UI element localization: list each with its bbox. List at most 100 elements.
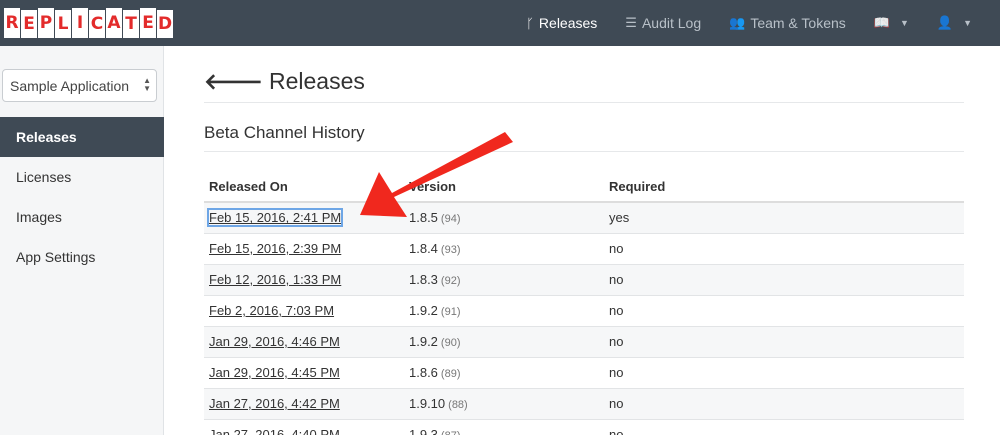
released-on-cell: Jan 27, 2016, 4:42 PM xyxy=(204,387,404,419)
sequence-label: (93) xyxy=(440,244,461,256)
logo-letter: A xyxy=(106,8,122,38)
section-title: Beta Channel History xyxy=(204,123,365,142)
top-navbar: REPLICATED ᚴ Releases ☰ Audit Log 👥 Team & To… xyxy=(0,0,1000,46)
sequence-label: (90) xyxy=(440,337,461,349)
releases-table: Released On Version Required Feb 15, 201… xyxy=(204,172,964,435)
nav-item-label: Audit Log xyxy=(641,15,702,31)
release-date-link[interactable]: Feb 15, 2016, 2:41 PM xyxy=(206,208,344,228)
required-cell: no xyxy=(604,294,964,326)
caret-down-icon: ▼ xyxy=(963,18,972,28)
required-cell: no xyxy=(604,232,964,264)
page-title: 🡐 Releases xyxy=(204,68,365,95)
sequence-label: (89) xyxy=(440,368,461,380)
released-on-cell: Jan 29, 2016, 4:46 PM xyxy=(204,325,404,357)
version-cell: 1.9.10 (88) xyxy=(404,387,604,419)
table-row: Jan 27, 2016, 4:42 PM 1.9.10 (88) no xyxy=(204,387,964,419)
column-header-version: Version xyxy=(404,172,604,203)
release-date-link[interactable]: Feb 15, 2016, 2:39 PM xyxy=(209,241,341,256)
release-date-link[interactable]: Feb 2, 2016, 7:03 PM xyxy=(209,303,334,318)
sidebar-item-licenses[interactable]: Licenses xyxy=(0,157,164,197)
table-row: Feb 2, 2016, 7:03 PM 1.9.2 (91) no xyxy=(204,294,964,326)
logo-letter: C xyxy=(89,10,105,38)
table-row: Jan 27, 2016, 4:40 PM1.9.3(87)no xyxy=(204,418,964,435)
required-cell: no xyxy=(604,387,964,419)
nav-item-team-tokens[interactable]: 👥 Team & Tokens xyxy=(729,15,846,31)
version-label: 1.8.5 xyxy=(409,210,438,226)
release-date-link[interactable]: Jan 27, 2016, 4:42 PM xyxy=(209,396,340,411)
app-select-value: Sample Application xyxy=(10,77,130,94)
nav-item-user[interactable]: 👤 ▼ xyxy=(937,15,972,31)
released-on-cell: Feb 2, 2016, 7:03 PM xyxy=(204,294,404,326)
released-on-cell: Jan 27, 2016, 4:40 PM xyxy=(204,418,404,435)
sequence-label: (88) xyxy=(448,399,468,411)
replicated-logo[interactable]: REPLICATED xyxy=(4,8,174,38)
sequence-label: (92) xyxy=(440,275,461,287)
nav-item-label: Team & Tokens xyxy=(750,15,846,31)
required-cell: no xyxy=(604,325,964,357)
table-row: Jan 29, 2016, 4:46 PM 1.9.2 (90) no xyxy=(204,325,964,357)
logo-letter: P xyxy=(38,8,54,38)
table-row: Feb 12, 2016, 1:33 PM 1.8.3 (92) no xyxy=(204,263,964,295)
select-arrows-icon: ▲ ▼ xyxy=(143,76,151,93)
nav-item-book[interactable]: 📖 ▼ xyxy=(874,15,909,31)
version-cell: 1.9.2 (91) xyxy=(404,294,604,326)
required-cell: no xyxy=(604,418,964,435)
app-select[interactable]: Sample Application ▲ ▼ xyxy=(2,69,157,102)
required-cell: yes xyxy=(604,201,964,233)
table-header-row: Released On Version Required xyxy=(204,172,964,203)
page-title-text: Releases xyxy=(269,68,365,94)
version-cell: 1.8.4 (93) xyxy=(404,232,604,264)
release-date-link[interactable]: Jan 27, 2016, 4:40 PM xyxy=(209,427,340,435)
sidebar-item-app-settings[interactable]: App Settings xyxy=(0,237,164,277)
version-label: 1.9.2 xyxy=(409,334,438,349)
released-on-cell: Feb 15, 2016, 2:39 PM xyxy=(204,232,404,264)
side-menu: Releases Licenses Images App Settings xyxy=(0,117,164,277)
logo-letter: R xyxy=(4,8,20,38)
released-on-cell: Jan 29, 2016, 4:45 PM xyxy=(204,356,404,388)
sequence-label: (91) xyxy=(440,306,461,318)
caret-down-icon: ▼ xyxy=(899,18,909,28)
version-cell: 1.8.5 (94) xyxy=(404,201,604,233)
logo-letter: T xyxy=(123,10,139,38)
version-label: 1.9.3 xyxy=(409,427,438,435)
logo-letter: E xyxy=(140,8,156,38)
list-icon: ☰ xyxy=(625,15,637,30)
sidebar: Sample Application ▲ ▼ Releases Licenses Im… xyxy=(0,46,164,435)
user-icon: 👤 xyxy=(936,15,954,30)
nav-item-label: Releases xyxy=(538,15,598,31)
divider xyxy=(204,151,964,152)
release-date-link[interactable]: Jan 29, 2016, 4:45 PM xyxy=(209,365,340,380)
logo-letter: E xyxy=(21,10,37,38)
logo-letter: D xyxy=(157,10,173,38)
required-cell: no xyxy=(604,263,964,295)
sidebar-item-images[interactable]: Images xyxy=(0,197,164,237)
version-label: 1.8.4 xyxy=(409,241,438,256)
logo-letter: L xyxy=(55,10,71,38)
column-header-released-on: Released On xyxy=(204,172,404,203)
version-cell: 1.8.3 (92) xyxy=(404,263,604,295)
sidebar-item-releases[interactable]: Releases xyxy=(0,117,164,157)
divider xyxy=(204,102,964,103)
version-label: 1.9.10 xyxy=(409,396,446,411)
table-row: Jan 29, 2016, 4:45 PM 1.8.6 (89) no xyxy=(204,356,964,388)
version-label: 1.8.6 xyxy=(409,365,438,380)
table-row: Feb 15, 2016, 2:41 PM 1.8.5 (94) yes xyxy=(204,201,964,233)
book-icon: 📖 xyxy=(873,15,890,30)
version-cell: 1.8.6 (89) xyxy=(404,356,604,388)
version-cell: 1.9.2 (90) xyxy=(404,325,604,357)
back-arrow-icon[interactable]: 🡐 xyxy=(204,69,263,95)
release-date-link[interactable]: Feb 12, 2016, 1:33 PM xyxy=(209,272,341,287)
table-row: Feb 15, 2016, 2:39 PM 1.8.4 (93) no xyxy=(204,232,964,264)
version-label: 1.9.2 xyxy=(409,303,438,318)
required-cell: no xyxy=(604,356,964,388)
sequence-label: (87) xyxy=(441,430,461,435)
version-cell: 1.9.3(87) xyxy=(404,418,604,435)
nav-item-releases[interactable]: ᚴ Releases xyxy=(526,15,597,31)
branch-icon: ᚴ xyxy=(526,15,534,31)
version-label: 1.8.3 xyxy=(409,272,438,287)
team-icon: 👥 xyxy=(729,15,746,30)
logo-letter: I xyxy=(72,8,88,38)
released-on-cell: Feb 12, 2016, 1:33 PM xyxy=(204,263,404,295)
release-date-link[interactable]: Jan 29, 2016, 4:46 PM xyxy=(209,334,340,349)
nav-item-audit-log[interactable]: ☰ Audit Log xyxy=(625,15,701,31)
